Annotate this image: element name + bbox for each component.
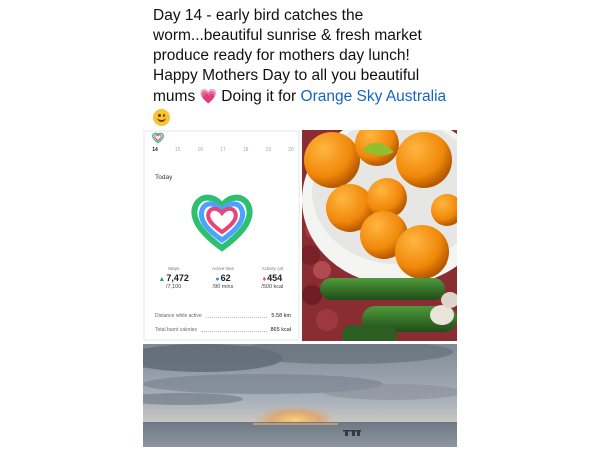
caption-text: mums [153,88,196,105]
sunrise-image [143,344,457,447]
distance-value: 5.58 km [271,313,291,319]
stat-goal: /90 mins [212,284,234,290]
stat-goal: /7,100 [166,284,182,290]
today-label: Today [155,174,173,181]
day-item[interactable]: 14 [149,147,161,153]
photo-grid: 14 15 16 17 18 19 20 Today Steps ▲7,472 … [143,130,457,447]
mandarins-cucumbers-image [302,130,457,341]
day-item[interactable]: 16 [194,147,206,153]
caption-text: Doing it for [221,88,297,105]
stat-value: 62 [220,273,231,283]
distance-label: Distance while active [155,313,202,319]
day-item[interactable]: 20 [285,147,297,153]
day-item[interactable]: 15 [172,147,184,153]
activity-cal-stat: Activity cal ♦454 /500 kcal [249,266,295,290]
heart-emoji-icon: 💗 [199,88,217,104]
steps-stat: Steps ▲7,472 /7,100 [151,266,197,290]
orange-sky-australia-link[interactable]: Orange Sky Australia [301,88,447,105]
stat-label: Steps [167,266,180,271]
caption-line: Day 14 - early bird catches the [153,7,364,24]
mini-heart-icon [152,132,164,144]
caption-line: worm...beautiful sunrise & fresh market [153,27,422,44]
stat-label: Activity cal [261,266,283,271]
burnt-calories-label: Total burnt calories [155,327,197,333]
caption-line: produce ready for mothers day lunch! [153,47,410,64]
stat-goal: /500 kcal [261,284,284,290]
clock-icon: ● [215,276,220,283]
sunrise-beach-photo[interactable] [143,344,457,447]
activity-heart-icon [191,194,253,252]
caption-line: Happy Mothers Day to all you beautiful [153,67,420,84]
day-item[interactable]: 18 [240,147,252,153]
post-caption: Day 14 - early bird catches the worm...b… [153,6,453,129]
stat-value: 454 [267,273,283,283]
caption-line: mums 💗 Doing it for Orange Sky Australia [153,86,453,107]
shoe-icon: ▲ [158,276,166,283]
day-item[interactable]: 17 [217,147,229,153]
stats-row: Steps ▲7,472 /7,100 Active time ●62 /90 … [149,266,297,290]
stat-value: 7,472 [166,273,189,283]
fruit-vegetable-photo[interactable] [302,130,457,341]
burnt-calories-row: Total burnt calories 865 kcal [155,327,291,333]
smiling-face-emoji-icon [153,109,170,126]
day-selector[interactable]: 14 15 16 17 18 19 20 [149,147,297,153]
active-time-stat: Active time ●62 /90 mins [200,266,246,290]
flame-icon: ♦ [262,276,267,283]
burnt-calories-value: 865 kcal [270,327,292,333]
day-item[interactable]: 19 [262,147,274,153]
stat-label: Active time [211,266,234,271]
health-app-screenshot[interactable]: 14 15 16 17 18 19 20 Today Steps ▲7,472 … [143,130,300,341]
distance-row: Distance while active 5.58 km [155,313,291,319]
